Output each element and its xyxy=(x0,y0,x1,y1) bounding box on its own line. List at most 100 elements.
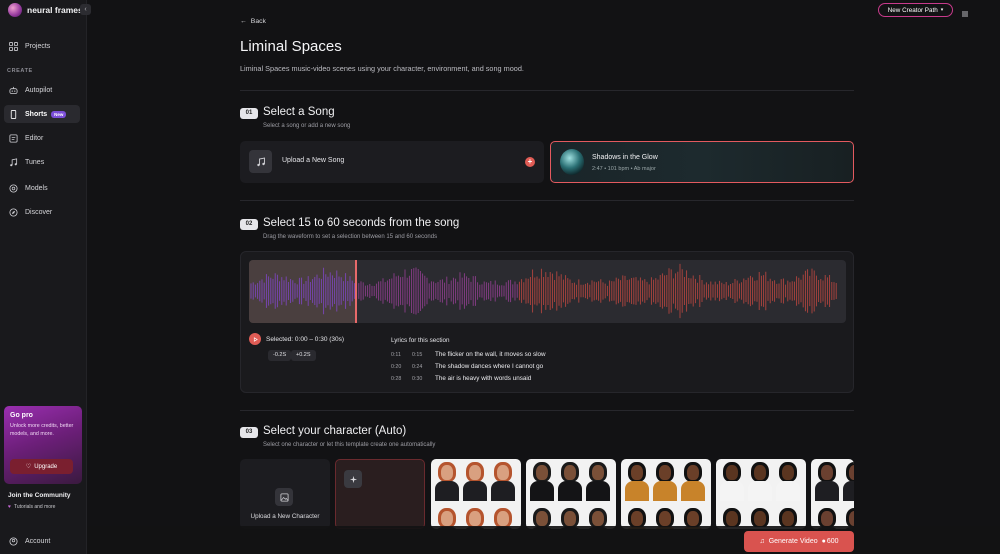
credits-icon: ● xyxy=(821,538,826,545)
lyric-end: 0:15 xyxy=(412,352,423,358)
character-thumbnail[interactable] xyxy=(716,459,806,529)
upload-song-card[interactable]: Upload a New Song + xyxy=(240,141,544,183)
character-face xyxy=(592,511,604,526)
character-thumbnail[interactable] xyxy=(621,459,711,529)
selection-label: Selected: 0:00 – 0:30 (30s) xyxy=(266,335,345,343)
sidebar-item-discover[interactable]: Discover xyxy=(4,203,80,221)
chevron-down-icon: ▾ xyxy=(940,7,944,13)
step-title: Select your character (Auto) xyxy=(263,425,407,437)
character-face xyxy=(592,465,604,480)
app-root: neural frames ‹ Projects CREATE Autopilo… xyxy=(0,0,1000,554)
sidebar-item-label: Projects xyxy=(25,42,51,50)
song-name: Shadows in the Glow xyxy=(592,154,658,161)
sidebar-item-models[interactable]: Models xyxy=(4,179,80,197)
editor-icon xyxy=(9,133,18,143)
sidebar-item-editor[interactable]: Editor xyxy=(4,129,80,147)
waveform-selection[interactable] xyxy=(249,260,356,323)
character-body xyxy=(653,481,677,501)
page-description: Liminal Spaces music-video scenes using … xyxy=(240,64,524,73)
character-face xyxy=(782,465,794,480)
sidebar-item-label: Editor xyxy=(25,134,44,142)
sidebar-item-label: Tunes xyxy=(25,158,45,166)
character-body xyxy=(748,481,772,501)
character-body xyxy=(586,481,610,501)
character-face xyxy=(564,465,576,480)
lyric-start: 0:11 xyxy=(391,352,401,358)
character-body xyxy=(681,481,705,501)
character-thumbnail[interactable] xyxy=(811,459,854,529)
waveform-panel: Selected: 0:00 – 0:30 (30s) -0.2S +0.2S … xyxy=(240,251,854,393)
character-body xyxy=(720,481,744,501)
go-pro-card: Go pro Unlock more credits, better model… xyxy=(4,406,82,484)
song-meta: 2:47 • 101 bpm • Ab major xyxy=(592,166,656,172)
character-face xyxy=(631,465,643,480)
account-button[interactable]: Account xyxy=(4,534,50,548)
character-face xyxy=(754,465,766,480)
sidebar-item-label: Discover xyxy=(25,208,53,216)
selection-handle[interactable] xyxy=(355,260,357,323)
character-thumbnail[interactable] xyxy=(526,459,616,529)
brand[interactable]: neural frames xyxy=(8,3,83,17)
menu-icon[interactable] xyxy=(961,5,969,17)
character-body xyxy=(843,481,854,501)
lyric-text: The air is heavy with words unsaid xyxy=(435,375,532,382)
character-body xyxy=(776,481,800,501)
image-icon xyxy=(275,488,293,506)
lyric-end: 0:30 xyxy=(412,376,423,382)
character-body xyxy=(435,481,459,501)
lyric-text: The flicker on the wall, it moves so slo… xyxy=(435,351,546,358)
collapse-sidebar-icon[interactable]: ‹ xyxy=(80,4,91,15)
character-body xyxy=(625,481,649,501)
upgrade-button[interactable]: ♡ Upgrade xyxy=(10,459,73,474)
play-button[interactable] xyxy=(249,333,261,345)
character-face xyxy=(659,511,671,526)
sidebar-item-tunes[interactable]: Tunes xyxy=(4,153,80,171)
character-face xyxy=(687,511,699,526)
nudge-minus-button[interactable]: -0.2S xyxy=(268,350,292,361)
lyric-end: 0:24 xyxy=(412,364,423,370)
step-title: Select a Song xyxy=(263,106,335,118)
waveform-svg[interactable] xyxy=(249,260,846,323)
bottom-bar xyxy=(87,526,1000,554)
character-body xyxy=(463,481,487,501)
heart-icon: ♥ xyxy=(8,504,11,510)
character-face xyxy=(659,465,671,480)
character-face xyxy=(441,511,453,526)
step-number: 03 xyxy=(240,427,258,438)
lyric-start: 0:28 xyxy=(391,376,402,382)
waveform[interactable] xyxy=(249,260,846,323)
song-artwork xyxy=(560,149,584,175)
sidebar-item-label: Shorts xyxy=(25,110,48,118)
creator-path-dropdown[interactable]: New Creator Path ▾ xyxy=(878,3,953,17)
divider xyxy=(240,200,854,201)
nudge-plus-button[interactable]: +0.2S xyxy=(291,350,316,361)
generate-video-button[interactable]: ♫ Generate Video ● 600 xyxy=(744,531,854,552)
sidebar-item-projects[interactable]: Projects xyxy=(4,37,80,55)
character-face xyxy=(726,511,738,526)
sidebar-item-shorts[interactable]: Shorts New xyxy=(4,105,80,123)
sidebar-item-autopilot[interactable]: Autopilot xyxy=(4,81,80,99)
song-card-selected[interactable]: Shadows in the Glow 2:47 • 101 bpm • Ab … xyxy=(550,141,854,183)
auto-character-card[interactable] xyxy=(335,459,425,529)
character-face xyxy=(497,511,509,526)
lyric-text: The shadow dances where I cannot go xyxy=(435,363,544,370)
upload-song-label: Upload a New Song xyxy=(282,157,345,164)
character-face xyxy=(726,465,738,480)
character-thumbnail[interactable] xyxy=(431,459,521,529)
upload-character-card[interactable]: Upload a New Character xyxy=(240,459,330,529)
account-label: Account xyxy=(25,537,51,545)
upgrade-label: Upgrade xyxy=(34,463,58,470)
character-face xyxy=(497,465,509,480)
community-title[interactable]: Join the Community xyxy=(8,492,70,499)
back-label: Back xyxy=(250,18,266,25)
robot-icon xyxy=(9,86,18,95)
character-body xyxy=(558,481,582,501)
community-link[interactable]: ♥ Tutorials and more xyxy=(8,504,55,510)
divider xyxy=(240,90,854,91)
lyrics-title: Lyrics for this section xyxy=(391,337,450,344)
upload-character-label: Upload a New Character xyxy=(250,513,320,520)
lyric-start: 0:20 xyxy=(391,364,402,370)
step-subtitle: Drag the waveform to set a selection bet… xyxy=(263,234,438,240)
back-link[interactable]: ← Back xyxy=(240,18,266,25)
plus-icon[interactable]: + xyxy=(525,157,535,167)
